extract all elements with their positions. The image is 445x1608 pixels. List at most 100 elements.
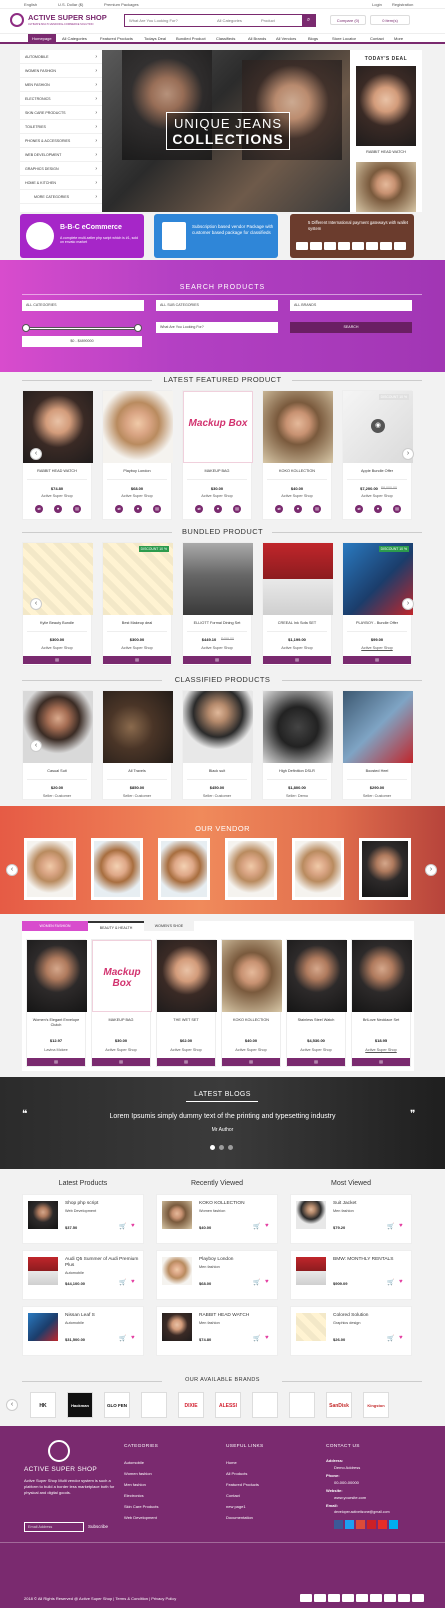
product-thumb[interactable] <box>28 1257 58 1285</box>
list-item[interactable]: Suit Jacket Men fashion $79.20 🛒 ♥ <box>290 1194 412 1244</box>
product-name[interactable]: KOKO KOLLECTION <box>263 469 331 473</box>
cart-icon[interactable]: 🛒 <box>119 1335 126 1342</box>
add-to-cart-button[interactable]: ▤ <box>103 656 171 664</box>
wishlist-icon[interactable]: ♥ <box>134 505 142 513</box>
cart-icon[interactable]: ▤ <box>233 505 241 513</box>
product-card[interactable]: Mackup Box MAKEUP BAG $30.00 Active Supe… <box>91 939 152 1067</box>
vendor-card[interactable] <box>24 838 76 900</box>
email-value[interactable]: developer.activeitzone@gmail.com <box>334 1510 390 1514</box>
price-slider[interactable] <box>24 327 138 330</box>
cart-icon[interactable]: ▤ <box>153 505 161 513</box>
product-card[interactable]: Women's Elegant Envelope Clutch $12.97 L… <box>26 939 87 1067</box>
footer-link[interactable]: Men fashion <box>124 1482 146 1487</box>
product-name[interactable]: Boosted Heel <box>343 769 411 773</box>
add-to-cart-button[interactable]: ▤ <box>23 656 91 664</box>
product-name[interactable]: Playboy London <box>103 469 171 473</box>
category-item[interactable]: PHONES & ACCESSORIES <box>20 134 102 148</box>
heart-icon[interactable]: ♥ <box>399 1223 403 1229</box>
nav-todays-deal[interactable]: Todays Deal <box>144 36 166 41</box>
skype-icon[interactable] <box>389 1520 398 1529</box>
cart-button[interactable]: 0 item(s) <box>370 15 410 25</box>
vendor-avatar[interactable] <box>27 841 73 897</box>
product-card[interactable]: Playboy London $68.00 Active Super Shop … <box>102 390 173 520</box>
twitter-icon[interactable] <box>345 1520 354 1529</box>
product-name[interactable]: RABBIT HEAD WATCH <box>23 469 91 473</box>
product-image[interactable] <box>352 940 412 1012</box>
footer-link[interactable]: Electronics <box>124 1493 144 1498</box>
facebook-icon[interactable] <box>334 1520 343 1529</box>
product-card[interactable]: KOKO KOLLECTION $40.00 Active Super Shop… <box>262 390 333 520</box>
product-image[interactable] <box>287 940 347 1012</box>
product-image[interactable] <box>263 543 333 615</box>
nav-vendors[interactable]: All Vendors <box>276 36 296 41</box>
add-to-cart-button[interactable]: ▤ <box>157 1058 215 1066</box>
product-name[interactable]: THE WET SET <box>157 1018 215 1022</box>
product-name[interactable]: Best Makeup deal <box>103 621 171 625</box>
wishlist-icon[interactable]: ♥ <box>54 505 62 513</box>
category-item[interactable]: AUTOMOBILE <box>20 50 102 64</box>
brand-logo[interactable] <box>141 1392 167 1418</box>
category-item[interactable]: HOME & KITCHEN <box>20 176 102 190</box>
search-input[interactable]: What Are You Looking For? <box>129 18 178 23</box>
product-name[interactable]: KOKO KOLLECTION <box>199 1201 277 1207</box>
footer-link[interactable]: All Products <box>226 1471 247 1476</box>
nav-homepage[interactable]: Homepage <box>28 34 56 43</box>
product-image[interactable]: Mackup Box <box>92 940 152 1012</box>
slider-dot[interactable] <box>219 1145 224 1150</box>
heart-icon[interactable]: ♥ <box>265 1223 269 1229</box>
keyword-input[interactable]: What Are You Looking For? <box>156 322 278 333</box>
list-item[interactable]: KOKO KOLLECTION Women fashion $40.00 🛒 ♥ <box>156 1194 278 1244</box>
product-name[interactable]: Women's Elegant Envelope Clutch <box>27 1018 85 1028</box>
product-thumb[interactable] <box>296 1201 326 1229</box>
tab-womens-shoe[interactable]: WOMEN'S SHOE <box>144 921 194 931</box>
footer-link[interactable]: Skin Care Products <box>124 1504 158 1509</box>
product-shop[interactable]: Active Super Shop <box>183 494 251 498</box>
site-logo[interactable]: ACTIVE SUPER SHOP <box>28 13 107 22</box>
deal-product-image[interactable] <box>356 162 416 212</box>
list-item[interactable]: Shop php script Web Development $37.50 🛒… <box>22 1194 144 1244</box>
product-image[interactable] <box>183 543 253 615</box>
product-thumb[interactable] <box>162 1201 192 1229</box>
compare-icon[interactable]: ⇄ <box>355 505 363 513</box>
newsletter-email-input[interactable]: Email Address <box>24 1522 84 1532</box>
vendor-avatar[interactable] <box>295 841 341 897</box>
add-to-cart-button[interactable]: ▤ <box>287 1058 345 1066</box>
carousel-next-button[interactable]: › <box>402 598 414 610</box>
brand-logo[interactable] <box>289 1392 315 1418</box>
product-image[interactable] <box>263 391 333 463</box>
carousel-prev-button[interactable]: ‹ <box>30 740 42 752</box>
product-shop[interactable]: Active Super Shop <box>343 646 411 650</box>
promo-banner[interactable]: B-B-C eCommerce A complete multi-seller … <box>20 214 144 258</box>
wishlist-icon[interactable]: ♥ <box>374 505 382 513</box>
cart-icon[interactable]: 🛒 <box>387 1335 394 1342</box>
add-to-cart-button[interactable]: ▤ <box>352 1058 410 1066</box>
nav-store-locator[interactable]: Store Locator <box>332 36 356 41</box>
heart-icon[interactable]: ♥ <box>265 1335 269 1341</box>
category-item[interactable]: WEB DEVELOPMENT <box>20 148 102 162</box>
vendor-card[interactable] <box>91 838 143 900</box>
product-name[interactable]: Audi Q5 Summer of Audi Premium Plus <box>65 1257 143 1269</box>
product-thumb[interactable] <box>28 1201 58 1229</box>
product-name[interactable]: ELLIOTT Formal Dining Set <box>183 621 251 625</box>
vendor-avatar[interactable] <box>94 841 140 897</box>
product-thumb[interactable] <box>28 1313 58 1341</box>
footer-link[interactable]: Home <box>226 1460 237 1465</box>
cart-icon[interactable]: 🛒 <box>253 1223 260 1230</box>
vendor-card[interactable] <box>225 838 277 900</box>
category-select[interactable]: ALL CATEGORIES <box>22 300 144 311</box>
nav-brands[interactable]: All Brands <box>248 36 266 41</box>
nav-bundled[interactable]: Bundled Product <box>176 36 206 41</box>
vendor-avatar[interactable] <box>161 841 207 897</box>
slider-dot[interactable] <box>228 1145 233 1150</box>
product-name[interactable]: MAKEUP BAG <box>183 469 251 473</box>
slider-dot[interactable] <box>210 1145 215 1150</box>
add-to-cart-button[interactable]: ▤ <box>183 656 251 664</box>
compare-icon[interactable]: ⇄ <box>35 505 43 513</box>
cart-icon[interactable]: 🛒 <box>387 1279 394 1286</box>
brand-logo[interactable]: Hackman <box>67 1392 93 1418</box>
carousel-prev-button[interactable]: ‹ <box>30 598 42 610</box>
eye-icon[interactable]: ◉ <box>371 419 385 433</box>
website-value[interactable]: www.yoursite.com <box>334 1495 366 1500</box>
carousel-next-button[interactable]: › <box>402 448 414 460</box>
nav-blogs[interactable]: Blogs <box>308 36 318 41</box>
